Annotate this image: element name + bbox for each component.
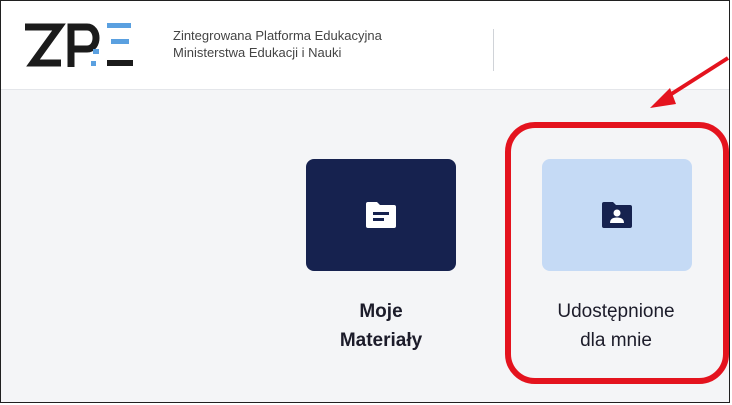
annotation-arrow-icon	[650, 56, 730, 108]
